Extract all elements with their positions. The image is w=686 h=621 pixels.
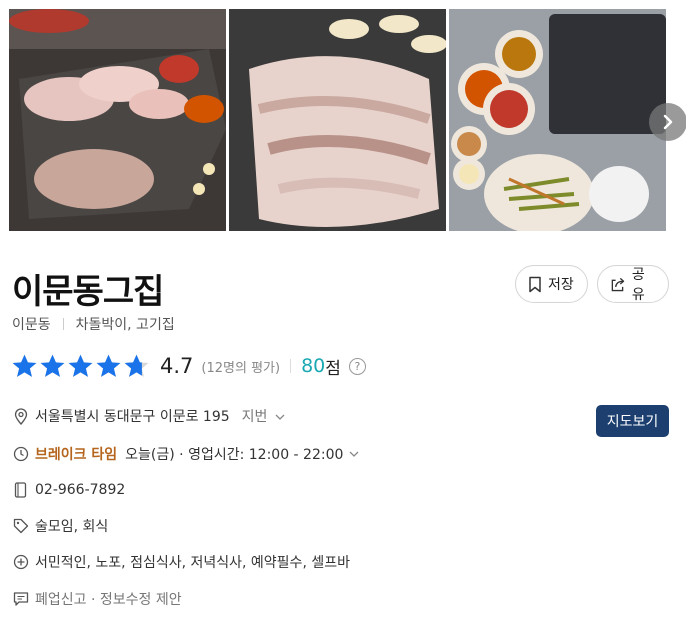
break-time-label: 브레이크 타임 (35, 447, 118, 463)
chevron-right-icon (663, 114, 673, 130)
hours-text: 오늘(금) · 영업시간: 12:00 - 22:00 (125, 447, 344, 463)
tags-text: 술모임, 회식 (35, 519, 109, 535)
save-button[interactable]: 저장 (515, 265, 588, 303)
rating-count[interactable]: (12명의 평가) (201, 357, 280, 376)
phone-number[interactable]: 02-966-7892 (35, 482, 125, 498)
plus-circle-icon (12, 554, 29, 571)
star-icon (40, 354, 65, 377)
chevron-down-icon (349, 451, 359, 457)
star-icon (124, 354, 149, 377)
points-value: 80 (301, 355, 326, 377)
place-name: 이문동그집 (12, 272, 164, 312)
features-text: 서민적인, 노포, 점심식사, 저녁식사, 예약필수, 셀프바 (35, 555, 350, 571)
share-button[interactable]: 공유 (597, 265, 669, 303)
place-area[interactable]: 이문동 (12, 314, 51, 334)
address-text: 서울특별시 동대문구 이문로 195 (35, 409, 230, 425)
divider (290, 359, 292, 373)
points-unit: 점 (325, 358, 341, 379)
address-toggle-label: 지번 (241, 409, 268, 425)
phone-icon (12, 481, 29, 498)
star-icon (96, 354, 121, 377)
bookmark-icon (529, 276, 541, 292)
comment-icon (12, 591, 29, 608)
photo-gallery (9, 9, 669, 231)
map-view-button[interactable]: 지도보기 (596, 405, 669, 437)
gallery-photo-1[interactable] (9, 9, 226, 231)
rating-score: 4.7 (160, 354, 194, 378)
place-meta: 이문동 차돌박이, 고기집 (12, 314, 175, 334)
share-icon (611, 277, 625, 291)
tags-row: 술모임, 회식 (12, 516, 108, 536)
report-text: 폐업신고 · 정보수정 제안 (35, 592, 182, 608)
hours-row[interactable]: 브레이크 타임 오늘(금) · 영업시간: 12:00 - 22:00 (12, 444, 359, 464)
star-rating (11, 353, 150, 379)
phone-row: 02-966-7892 (12, 481, 125, 498)
star-icon (68, 354, 93, 377)
divider (62, 318, 64, 330)
star-icon (12, 354, 37, 377)
save-label: 저장 (548, 277, 574, 293)
location-pin-icon (12, 407, 29, 425)
address-toggle[interactable]: 지번 (242, 406, 285, 426)
features-row: 서민적인, 노포, 점심식사, 저녁식사, 예약필수, 셀프바 (12, 552, 350, 572)
gallery-photo-3[interactable] (449, 9, 666, 231)
clock-icon (12, 446, 29, 463)
help-icon[interactable]: ? (348, 357, 366, 375)
address-row: 서울특별시 동대문구 이문로 195 지번 (12, 406, 285, 426)
share-label: 공유 (631, 267, 645, 303)
rating-row: 4.7 (12명의 평가) 80 점 ? (11, 351, 366, 381)
tag-icon (12, 518, 29, 535)
gallery-photo-2[interactable] (229, 9, 446, 231)
chevron-down-icon (275, 414, 285, 420)
place-category: 차돌박이, 고기집 (75, 317, 175, 333)
report-row[interactable]: 폐업신고 · 정보수정 제안 (12, 589, 182, 609)
gallery-next-button[interactable] (649, 103, 686, 141)
